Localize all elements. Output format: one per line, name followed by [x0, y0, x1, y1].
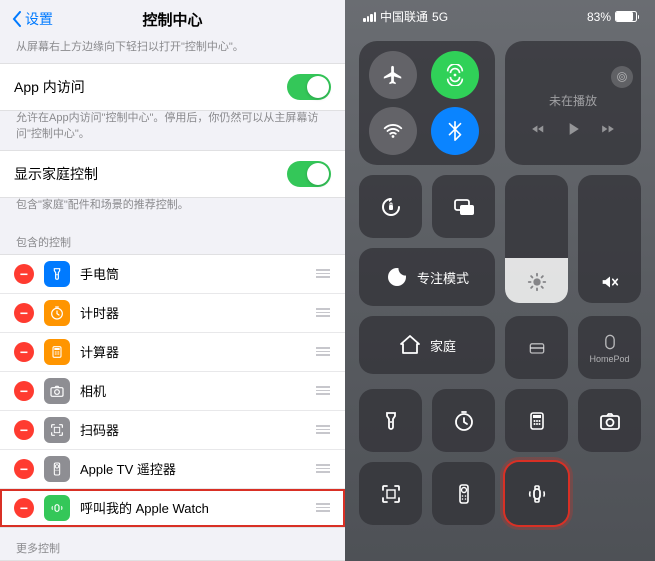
- home-controls-toggle[interactable]: [287, 161, 331, 187]
- control-center-pane: 中国联通 5G 83% 未在播放: [345, 0, 655, 561]
- scanner-tile[interactable]: [359, 462, 422, 525]
- camera-tile[interactable]: [578, 389, 641, 452]
- homepod-label: HomePod: [589, 354, 629, 364]
- music-title: 未在播放: [549, 92, 597, 109]
- control-label: 呼叫我的 Apple Watch: [80, 498, 315, 517]
- music-controls: [531, 119, 615, 139]
- control-item-flashlight: 手电筒: [0, 255, 345, 294]
- home-controls-label: 显示家庭控制: [14, 164, 98, 184]
- remove-button[interactable]: [14, 342, 34, 362]
- control-item-calculator: 计算器: [0, 333, 345, 372]
- page-title: 控制中心: [142, 9, 202, 30]
- home-label: 家庭: [430, 336, 456, 355]
- calculator-tile[interactable]: [505, 389, 568, 452]
- remove-button[interactable]: [14, 498, 34, 518]
- apple-tv-remote-tile[interactable]: [432, 462, 495, 525]
- drag-handle[interactable]: [315, 425, 331, 434]
- control-item-apple-tv-remote: Apple TV 遥控器: [0, 450, 345, 489]
- control-label: 计算器: [80, 342, 315, 361]
- screen-mirror-tile[interactable]: [432, 175, 495, 238]
- volume-slider[interactable]: [578, 175, 641, 303]
- apple-tv-remote-icon: [44, 456, 70, 482]
- home-controls-description: 包含"家庭"配件和场景的推荐控制。: [0, 198, 345, 221]
- remove-button[interactable]: [14, 381, 34, 401]
- homepod-tile[interactable]: HomePod: [578, 316, 641, 379]
- focus-tile[interactable]: 专注模式: [359, 248, 495, 306]
- drag-handle[interactable]: [315, 503, 331, 512]
- app-access-description: 允许在App内访问"控制中心"。停用后，你仍然可以从主屏幕访问"控制中心"。: [0, 111, 345, 150]
- network-label: 5G: [432, 10, 448, 24]
- focus-label: 专注模式: [417, 268, 469, 287]
- ping-watch-icon: [44, 495, 70, 521]
- calculator-icon: [44, 339, 70, 365]
- connectivity-group[interactable]: [359, 41, 495, 165]
- remove-button[interactable]: [14, 303, 34, 323]
- home-controls-row: 显示家庭控制: [0, 150, 345, 198]
- top-description: 从屏幕右上方边缘向下轻扫以打开"控制中心"。: [0, 40, 345, 63]
- status-right: 83%: [587, 10, 637, 24]
- remove-button[interactable]: [14, 264, 34, 284]
- drag-handle[interactable]: [315, 347, 331, 356]
- drag-handle[interactable]: [315, 464, 331, 473]
- orientation-lock-tile[interactable]: [359, 175, 422, 238]
- airplane-toggle[interactable]: [369, 51, 417, 99]
- cellular-toggle[interactable]: [431, 51, 479, 99]
- back-label: 设置: [25, 9, 53, 29]
- wifi-toggle[interactable]: [369, 107, 417, 155]
- camera-icon: [44, 378, 70, 404]
- control-label: 计时器: [80, 303, 315, 322]
- settings-header: 设置 控制中心: [0, 0, 345, 40]
- control-center-grid: 未在播放 专注模式 家庭 HomePod: [359, 41, 641, 525]
- ping-watch-tile[interactable]: [505, 462, 568, 525]
- next-icon[interactable]: [601, 122, 615, 136]
- wallet-tile[interactable]: [505, 316, 568, 379]
- control-item-camera: 相机: [0, 372, 345, 411]
- play-icon[interactable]: [563, 119, 583, 139]
- prev-icon[interactable]: [531, 122, 545, 136]
- flashlight-tile[interactable]: [359, 389, 422, 452]
- control-label: 扫码器: [80, 420, 315, 439]
- control-label: 手电筒: [80, 264, 315, 283]
- control-label: Apple TV 遥控器: [80, 459, 315, 478]
- music-group[interactable]: 未在播放: [505, 41, 641, 165]
- app-access-toggle[interactable]: [287, 74, 331, 100]
- home-tile[interactable]: 家庭: [359, 316, 495, 374]
- carrier-label: 中国联通: [380, 8, 428, 25]
- battery-pct: 83%: [587, 10, 611, 24]
- app-access-label: App 内访问: [14, 77, 85, 97]
- drag-handle[interactable]: [315, 308, 331, 317]
- back-button[interactable]: 设置: [12, 9, 53, 29]
- control-item-ping-watch: 呼叫我的 Apple Watch: [0, 489, 345, 527]
- bluetooth-toggle[interactable]: [431, 107, 479, 155]
- battery-icon: [615, 11, 637, 22]
- settings-pane: 设置 控制中心 从屏幕右上方边缘向下轻扫以打开"控制中心"。 App 内访问 允…: [0, 0, 345, 561]
- status-left: 中国联通 5G: [363, 8, 448, 25]
- flashlight-icon: [44, 261, 70, 287]
- scanner-icon: [44, 417, 70, 443]
- control-item-timer: 计时器: [0, 294, 345, 333]
- drag-handle[interactable]: [315, 269, 331, 278]
- timer-tile[interactable]: [432, 389, 495, 452]
- app-access-row: App 内访问: [0, 63, 345, 111]
- drag-handle[interactable]: [315, 386, 331, 395]
- control-item-scanner: 扫码器: [0, 411, 345, 450]
- included-header: 包含的控制: [0, 222, 345, 254]
- remove-button[interactable]: [14, 459, 34, 479]
- brightness-slider[interactable]: [505, 175, 568, 303]
- signal-icon: [363, 12, 376, 22]
- control-label: 相机: [80, 381, 315, 400]
- timer-icon: [44, 300, 70, 326]
- status-bar: 中国联通 5G 83%: [359, 0, 641, 29]
- remove-button[interactable]: [14, 420, 34, 440]
- more-header: 更多控制: [0, 528, 345, 560]
- airplay-icon[interactable]: [611, 66, 633, 88]
- included-list: 手电筒计时器计算器相机扫码器 Apple TV 遥控器呼叫我的 Apple Wat…: [0, 254, 345, 528]
